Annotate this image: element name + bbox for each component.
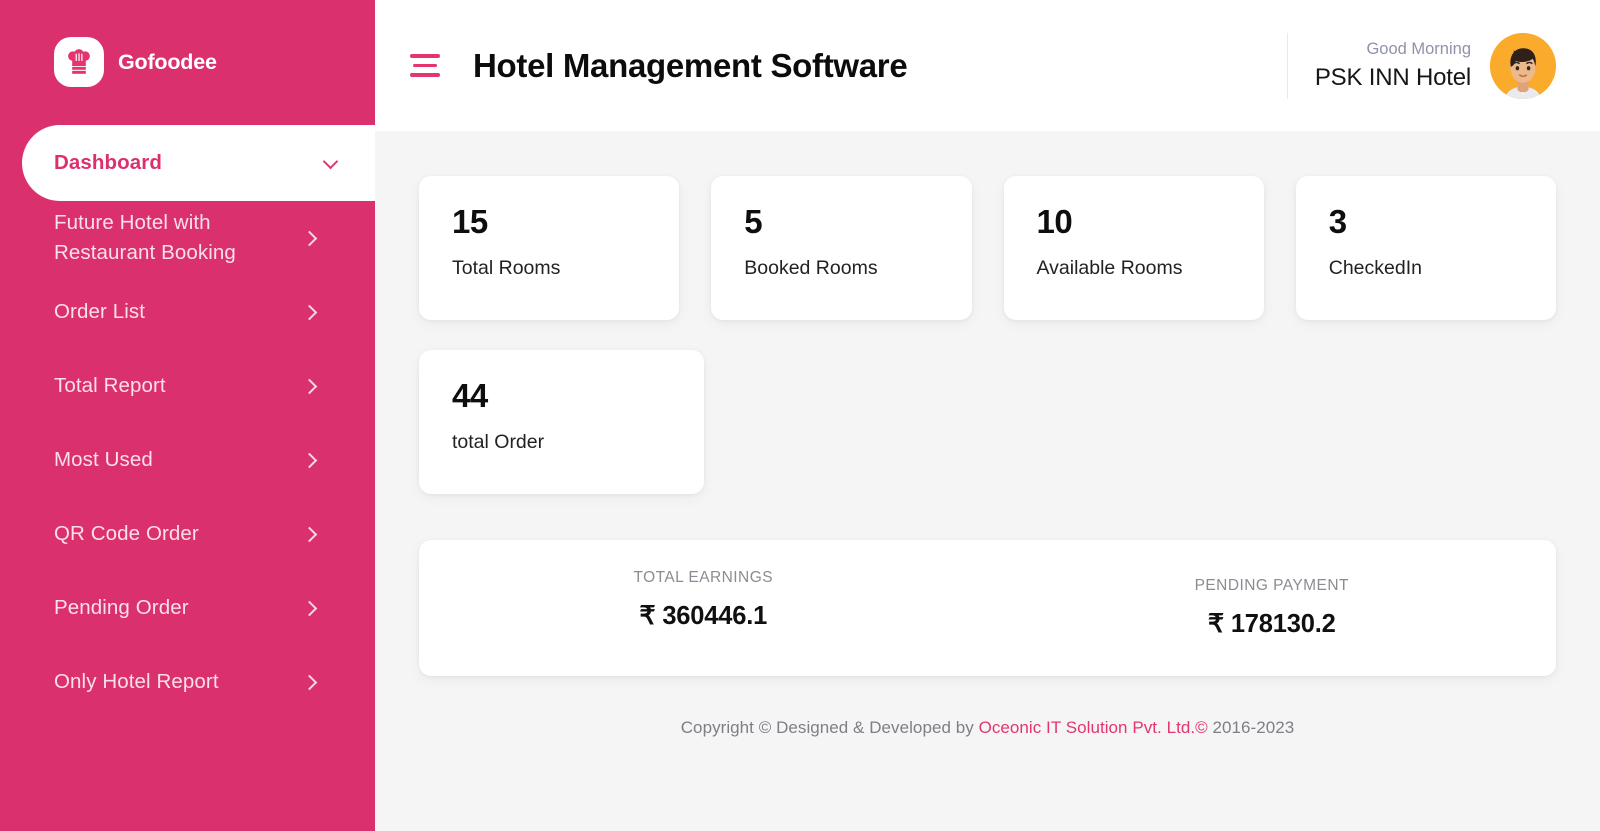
stat-card-checkedin[interactable]: 3 CheckedIn (1295, 176, 1556, 320)
sidebar-item-order-list[interactable]: Order List (0, 275, 375, 349)
stat-card-total-order[interactable]: 44 total Order (419, 350, 704, 494)
sidebar-item-future-hotel-with-restaurant-booking[interactable]: Future Hotel with Restaurant Booking (0, 201, 375, 275)
total-earnings-value: ₹ 360446.1 (639, 602, 768, 631)
user-account-area[interactable]: Good Morning PSK INN Hotel (1286, 32, 1556, 99)
stat-value: 3 (1328, 203, 1347, 240)
sidebar-item-label: Most Used (54, 448, 153, 472)
dashboard-content: 15 Total Rooms 5 Booked Rooms 10 Availab… (375, 131, 1600, 831)
footer-company-link[interactable]: Oceonic IT Solution Pvt. Ltd.© (979, 718, 1208, 737)
chevron-right-icon (303, 305, 317, 319)
chevron-down-icon (325, 156, 339, 170)
main-area: Hotel Management Software Good Morning P… (375, 0, 1600, 831)
stat-label: Total Rooms (452, 257, 561, 280)
total-earnings-label: TOTAL EARNINGS (633, 568, 773, 586)
sidebar-item-label: Total Report (54, 374, 166, 398)
greeting-block: Good Morning PSK INN Hotel (1315, 37, 1471, 95)
stat-row: 44 total Order (419, 350, 1556, 494)
hamburger-menu-icon[interactable] (410, 53, 440, 79)
sidebar-item-label: Dashboard (54, 151, 162, 175)
pending-payment-label: PENDING PAYMENT (1194, 576, 1349, 594)
stat-card-booked-rooms[interactable]: 5 Booked Rooms (711, 176, 972, 320)
app-root: Gofoodee Dashboard Future Hotel with Res… (0, 0, 1600, 831)
sidebar-item-pending-order[interactable]: Pending Order (0, 571, 375, 645)
stat-label: total Order (452, 431, 545, 454)
user-avatar-icon[interactable] (1490, 32, 1556, 99)
sidebar-nav: Dashboard Future Hotel with Restaurant B… (0, 125, 375, 719)
greeting-text: Good Morning (1366, 39, 1471, 58)
hamburger-bar (410, 73, 440, 77)
sidebar-item-label: Future Hotel with Restaurant Booking (54, 211, 236, 264)
pending-payment-block: PENDING PAYMENT ₹ 178130.2 (988, 577, 1557, 640)
stat-value: 15 (452, 203, 488, 240)
footer-prefix: Copyright © Designed & Developed by (680, 718, 979, 737)
stat-row-spacer (736, 350, 988, 494)
earnings-card: TOTAL EARNINGS ₹ 360446.1 PENDING PAYMEN… (419, 540, 1556, 676)
sidebar-item-total-report[interactable]: Total Report (0, 349, 375, 423)
account-name: PSK INN Hotel (1314, 64, 1471, 92)
chevron-right-icon (303, 379, 317, 393)
chevron-right-icon (303, 601, 317, 615)
sidebar-item-label: QR Code Order (54, 522, 199, 546)
hamburger-bar (413, 63, 437, 68)
stat-value: 5 (744, 203, 763, 240)
stat-card-total-rooms[interactable]: 15 Total Rooms (419, 176, 680, 320)
stat-label: Booked Rooms (744, 257, 878, 280)
stat-row: 15 Total Rooms 5 Booked Rooms 10 Availab… (419, 176, 1556, 320)
chevron-right-icon (303, 453, 317, 467)
sidebar: Gofoodee Dashboard Future Hotel with Res… (0, 0, 375, 831)
brand-name: Gofoodee (118, 49, 217, 74)
stat-label: CheckedIn (1328, 257, 1422, 280)
chevron-right-icon (303, 675, 317, 689)
chevron-right-icon (303, 527, 317, 541)
sidebar-item-label: Pending Order (54, 596, 189, 620)
stat-card-available-rooms[interactable]: 10 Available Rooms (1003, 176, 1264, 320)
sidebar-item-label: Only Hotel Report (54, 670, 219, 694)
stat-row-spacer (1020, 350, 1272, 494)
topbar: Hotel Management Software Good Morning P… (375, 0, 1600, 131)
stat-label: Available Rooms (1036, 257, 1183, 280)
stat-value: 10 (1036, 203, 1073, 240)
sidebar-item-only-hotel-report[interactable]: Only Hotel Report (0, 645, 375, 719)
chef-hat-icon (54, 37, 104, 87)
pending-payment-value: ₹ 178130.2 (1207, 610, 1336, 639)
stat-value: 44 (452, 377, 488, 414)
total-earnings-block: TOTAL EARNINGS ₹ 360446.1 (419, 569, 988, 648)
sidebar-item-label: Order List (54, 300, 145, 324)
hamburger-bar (410, 54, 440, 58)
footer-suffix: 2016-2023 (1207, 718, 1295, 737)
sidebar-item-qr-code-order[interactable]: QR Code Order (0, 497, 375, 571)
chevron-right-icon (303, 231, 317, 245)
footer-copyright: Copyright © Designed & Developed by Oceo… (419, 718, 1556, 738)
sidebar-item-dashboard[interactable]: Dashboard (22, 125, 375, 201)
brand-logo[interactable]: Gofoodee (0, 0, 375, 87)
page-title: Hotel Management Software (473, 46, 908, 84)
stat-row-spacer (1304, 350, 1556, 494)
sidebar-item-most-used[interactable]: Most Used (0, 423, 375, 497)
